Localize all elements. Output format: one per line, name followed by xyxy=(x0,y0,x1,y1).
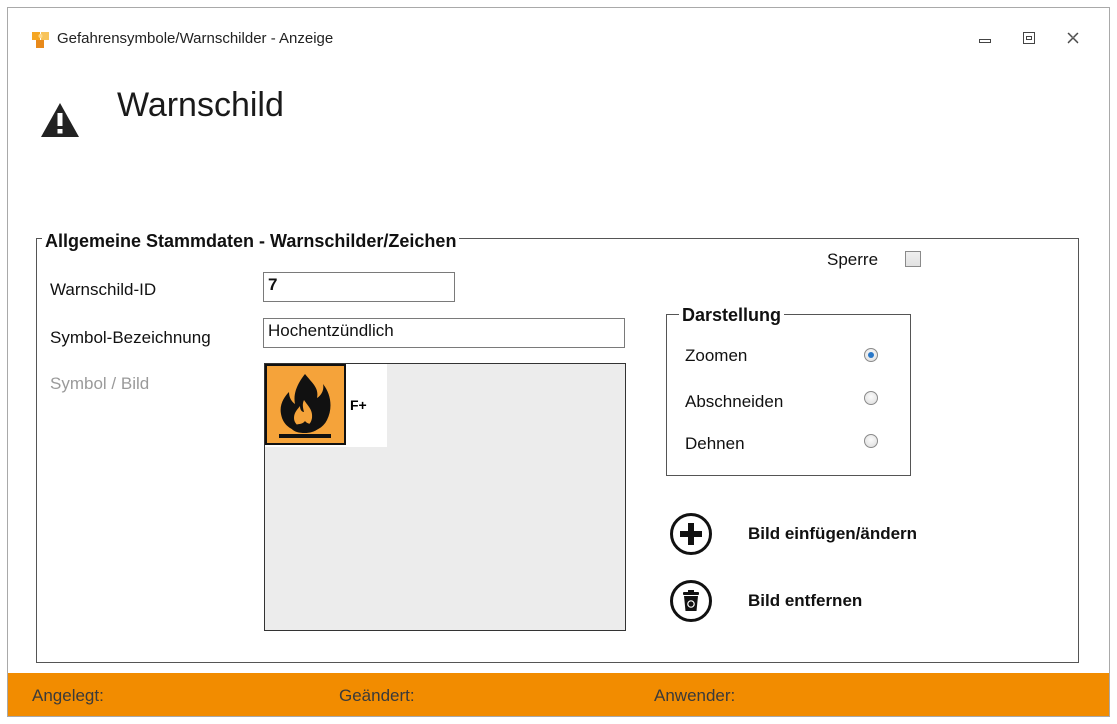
symbol-bild-label: Symbol / Bild xyxy=(50,374,150,393)
bild-entfernen-button[interactable]: Bild entfernen xyxy=(670,579,990,623)
close-button[interactable] xyxy=(1056,24,1090,52)
minimize-button[interactable] xyxy=(968,24,1002,52)
page-title: Warnschild xyxy=(117,86,284,124)
bild-einfuegen-button[interactable]: Bild einfügen/ändern xyxy=(670,512,990,556)
maximize-button[interactable] xyxy=(1012,24,1046,52)
radio-dehnen[interactable] xyxy=(864,434,878,448)
sperre-checkbox[interactable] xyxy=(905,251,921,267)
app-puzzle-icon xyxy=(31,29,51,49)
symbol-bezeichnung-label: Symbol-Bezeichnung xyxy=(50,328,211,347)
trash-icon xyxy=(670,580,712,622)
symbol-bezeichnung-field[interactable]: Hochentzündlich xyxy=(263,318,625,348)
radio-abschneiden[interactable] xyxy=(864,391,878,405)
symbol-code-label: F+ xyxy=(350,397,367,413)
radio-label-zoomen: Zoomen xyxy=(685,346,748,365)
symbol-image: F+ xyxy=(265,364,387,447)
flame-symbol xyxy=(265,364,346,445)
status-bar: Angelegt: Geändert: Anwender: xyxy=(8,673,1109,716)
radio-zoomen[interactable] xyxy=(864,348,878,362)
warnschild-id-field[interactable]: 7 xyxy=(263,272,455,302)
radio-label-dehnen: Dehnen xyxy=(685,434,745,453)
group-legend: Allgemeine Stammdaten - Warnschilder/Zei… xyxy=(42,231,460,252)
darstellung-legend: Darstellung xyxy=(679,305,785,326)
warning-triangle-icon xyxy=(39,101,81,139)
radio-label-abschneiden: Abschneiden xyxy=(685,392,784,411)
flame-icon xyxy=(279,374,331,438)
bild-einfuegen-label: Bild einfügen/ändern xyxy=(748,524,918,543)
symbol-image-box: F+ xyxy=(264,363,626,631)
dialog-window: Gefahrensymbole/Warnschilder - Anzeige W… xyxy=(7,7,1110,717)
close-icon xyxy=(1067,32,1079,44)
window-title: Gefahrensymbole/Warnschilder - Anzeige xyxy=(57,30,334,47)
bild-entfernen-label: Bild entfernen xyxy=(748,591,863,610)
status-anwender: Anwender: xyxy=(654,686,736,705)
status-angelegt: Angelegt: xyxy=(32,686,104,705)
status-geaendert: Geändert: xyxy=(339,686,415,705)
title-bar: Gefahrensymbole/Warnschilder - Anzeige xyxy=(8,8,1109,70)
warnschild-id-label: Warnschild-ID xyxy=(50,280,157,299)
minimize-icon xyxy=(979,39,991,43)
plus-circle-icon xyxy=(670,513,712,555)
maximize-icon xyxy=(1023,32,1035,44)
sperre-label: Sperre xyxy=(827,250,879,269)
